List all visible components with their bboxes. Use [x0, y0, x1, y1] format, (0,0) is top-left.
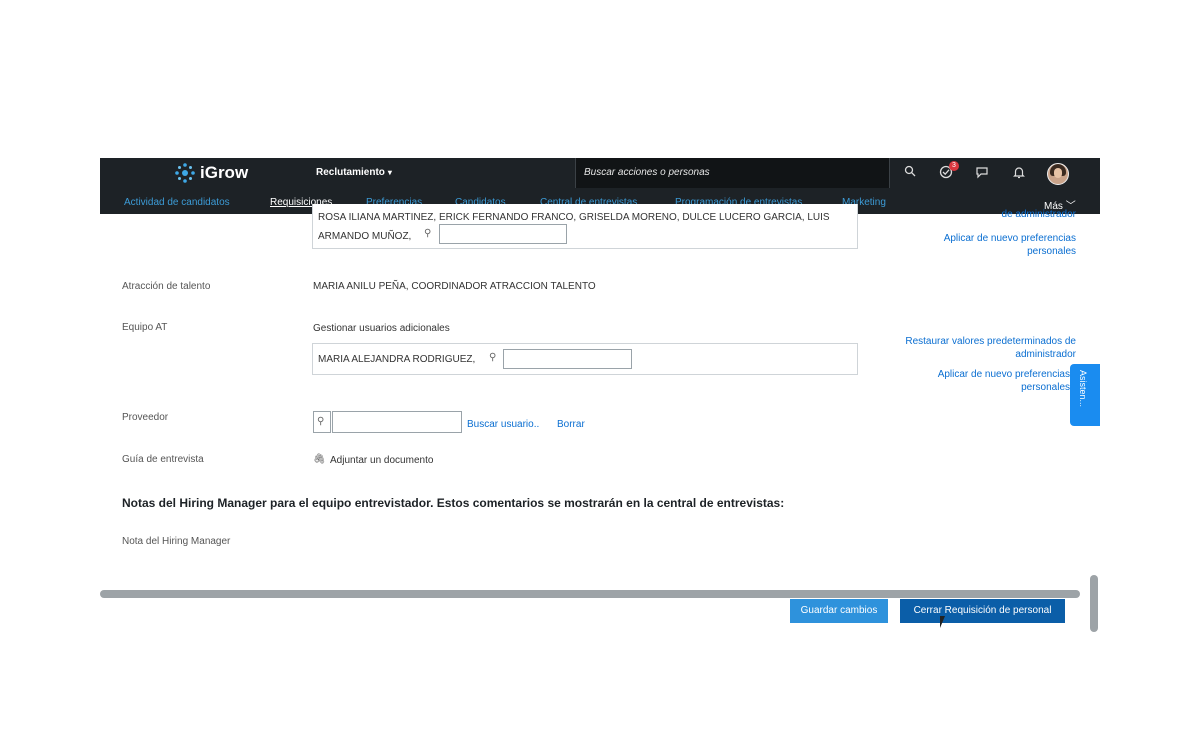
search-field[interactable]: Buscar acciones o personas	[575, 158, 890, 188]
save-button[interactable]: Guardar cambios	[790, 599, 888, 623]
borrar-link[interactable]: Borrar	[557, 419, 585, 430]
search-icon: ⚲	[317, 416, 325, 427]
interviewers-box: ROSA ILIANA MARTINEZ, ERICK FERNANDO FRA…	[312, 204, 858, 249]
notas-heading: Notas del Hiring Manager para el equipo …	[122, 496, 785, 510]
buscar-usuario-link[interactable]: Buscar usuario..	[467, 419, 539, 430]
igrow-logo[interactable]: iGrow	[174, 161, 248, 185]
search-icon: ⚲	[489, 352, 497, 363]
bell-icon[interactable]	[1011, 165, 1027, 181]
nota-label: Nota del Hiring Manager	[122, 536, 231, 547]
tab-actividad-candidatos[interactable]: Actividad de candidatos	[124, 197, 230, 208]
module-label: Reclutamiento	[316, 167, 385, 178]
paperclip-icon: 🖇	[313, 454, 326, 465]
equipo-chip: MARIA ALEJANDRA RODRIGUEZ,	[318, 354, 476, 365]
module-selector[interactable]: Reclutamiento ▾	[316, 167, 392, 178]
search-placeholder: Buscar acciones o personas	[584, 167, 710, 178]
proveedor-label: Proveedor	[122, 412, 169, 423]
top-bar: iGrow Reclutamiento ▾ Buscar acciones o p…	[100, 158, 1100, 188]
search-icon: ⚲	[424, 228, 432, 239]
equipo-label: Equipo AT	[122, 322, 168, 333]
vertical-scrollbar[interactable]	[1090, 575, 1098, 632]
interviewers-names: ROSA ILIANA MARTINEZ, ERICK FERNANDO FRA…	[318, 212, 830, 223]
search-icon[interactable]	[902, 165, 918, 181]
atraccion-label: Atracción de talento	[122, 281, 211, 292]
atraccion-value: MARIA ANILU PEÑA, COORDINADOR ATRACCION …	[313, 281, 596, 292]
assistant-tab[interactable]: Asisten...	[1070, 364, 1100, 426]
restore-defaults-link-top[interactable]: de administrador	[950, 208, 1076, 221]
assistant-label: Asisten...	[1078, 370, 1088, 408]
chevron-down-icon: ▾	[387, 168, 392, 177]
restore-defaults-link[interactable]: Restaurar valores predeterminados de adm…	[890, 335, 1076, 361]
chat-icon[interactable]	[974, 165, 990, 181]
reapply-prefs-link-top[interactable]: Aplicar de nuevo preferencias personales	[920, 232, 1076, 258]
logo-icon	[175, 163, 195, 183]
avatar[interactable]	[1047, 163, 1069, 185]
proveedor-input[interactable]	[332, 411, 462, 433]
horizontal-scrollbar[interactable]	[100, 590, 1080, 598]
equipo-input[interactable]	[503, 349, 632, 369]
interviewers-input[interactable]	[439, 224, 567, 244]
guia-label: Guía de entrevista	[122, 454, 204, 465]
notification-badge: 3	[949, 161, 959, 171]
equipo-box: MARIA ALEJANDRA RODRIGUEZ, ⚲	[312, 343, 858, 375]
reapply-prefs-link[interactable]: Aplicar de nuevo preferencias personales	[920, 368, 1070, 394]
equipo-manage-text: Gestionar usuarios adicionales	[313, 323, 450, 334]
mouse-cursor-icon	[940, 616, 945, 628]
logo-text: iGrow	[200, 163, 249, 182]
app-window: iGrow Reclutamiento ▾ Buscar acciones o p…	[100, 158, 1100, 632]
close-requisition-button[interactable]: Cerrar Requisición de personal	[900, 599, 1065, 623]
adjuntar-link[interactable]: Adjuntar un documento	[330, 455, 433, 466]
proveedor-search-button[interactable]: ⚲	[313, 411, 331, 433]
interviewers-names-cont: ARMANDO MUÑOZ,	[318, 231, 412, 242]
